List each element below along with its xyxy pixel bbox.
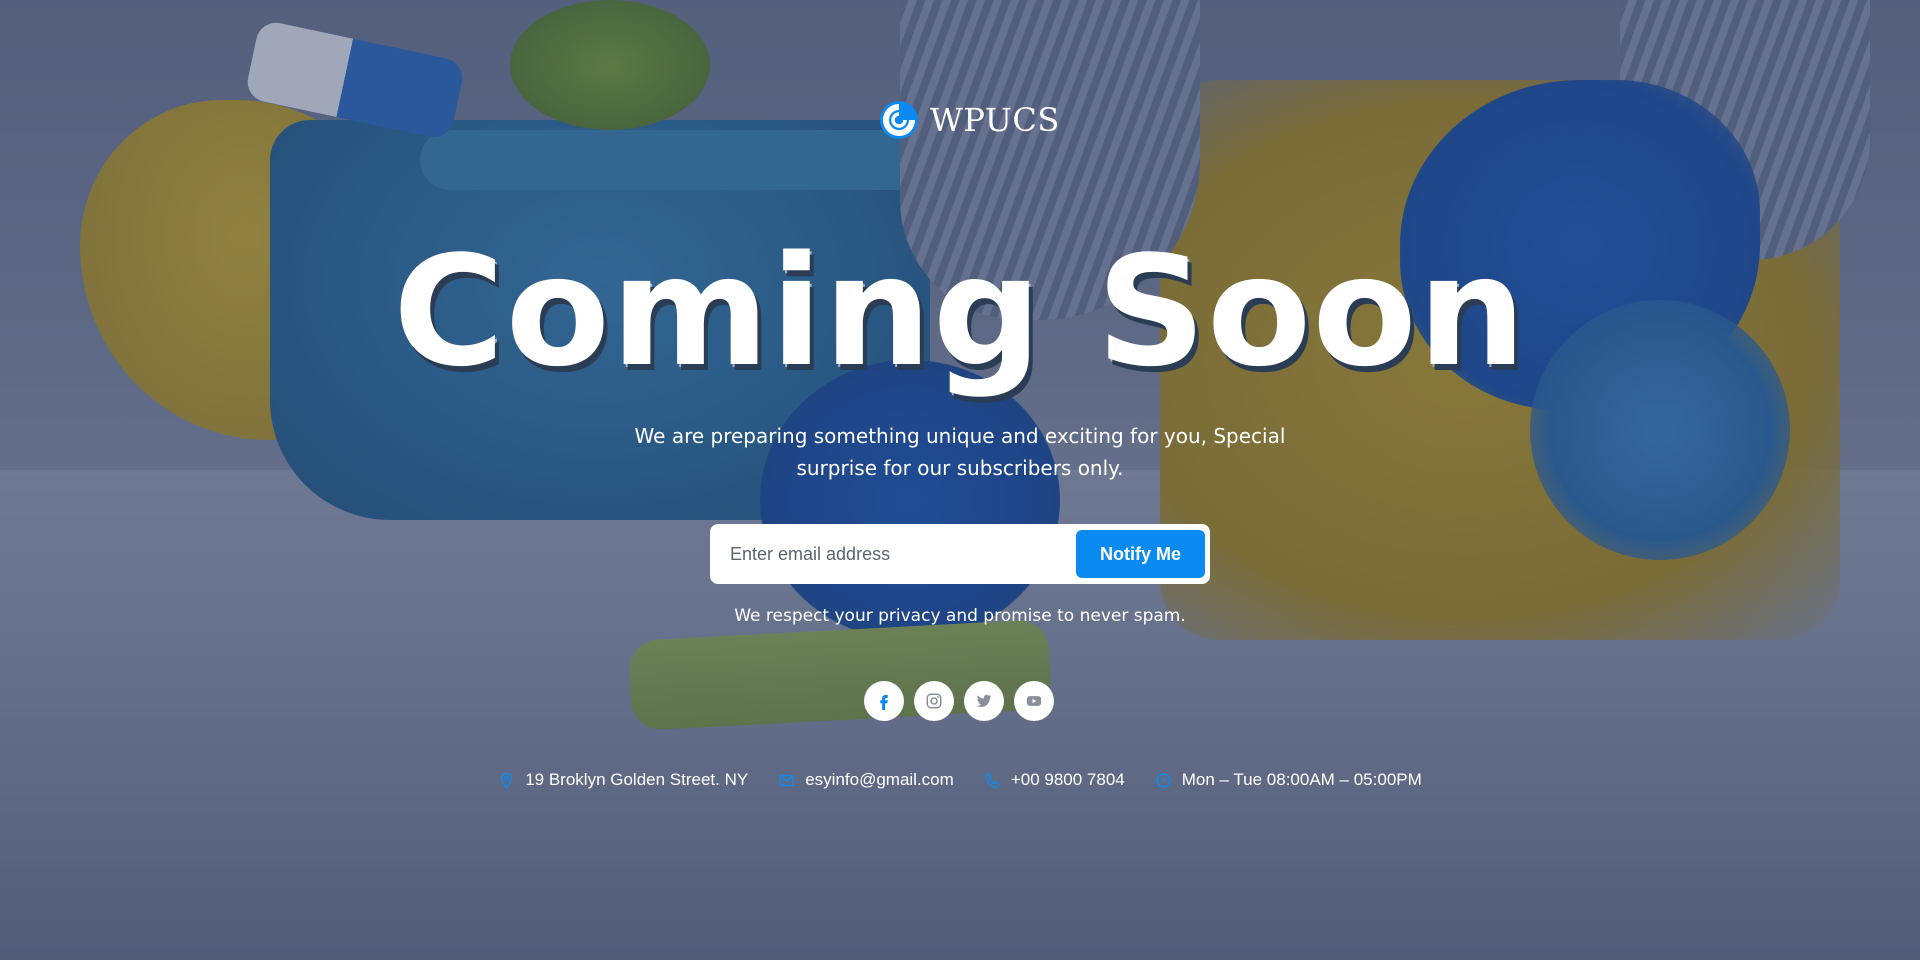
page-title: Coming Soon [393, 223, 1527, 400]
contact-hours: Mon – Tue 08:00AM – 05:00PM [1155, 766, 1422, 794]
logo-icon [880, 101, 918, 139]
hours-text: Mon – Tue 08:00AM – 05:00PM [1181, 770, 1422, 789]
contact-email[interactable]: esyinfo@gmail.com [778, 766, 954, 794]
instagram-link[interactable] [914, 681, 954, 721]
subtitle: We are preparing something unique and ex… [634, 424, 1286, 480]
facebook-icon [880, 695, 888, 710]
coming-soon-page: WPUCS Coming Soon We are preparing somet… [0, 0, 1920, 960]
location-pin-icon [501, 772, 513, 789]
email-text: esyinfo@gmail.com [805, 770, 954, 789]
logo[interactable]: WPUCS [878, 96, 1060, 144]
twitter-link[interactable] [964, 681, 1004, 721]
clock-icon [1156, 772, 1171, 788]
contact-info: 19 Broklyn Golden Street. NY esyinfo@gma… [0, 766, 1920, 794]
email-input[interactable] [710, 524, 1070, 584]
subscribe-form: Notify Me [710, 524, 1210, 584]
youtube-icon [1026, 696, 1042, 706]
phone-text: +00 9800 7804 [1010, 770, 1125, 789]
notify-me-button[interactable]: Notify Me [1076, 530, 1205, 578]
contact-address: 19 Broklyn Golden Street. NY [498, 766, 748, 794]
privacy-note: We respect your privacy and promise to n… [734, 606, 1186, 626]
social-links [864, 681, 1054, 721]
phone-icon [985, 772, 1000, 788]
logo-text: WPUCS [930, 101, 1060, 139]
instagram-icon [926, 693, 942, 709]
contact-phone[interactable]: +00 9800 7804 [984, 766, 1125, 794]
address-text: 19 Broklyn Golden Street. NY [525, 770, 749, 789]
mail-icon [779, 774, 794, 786]
youtube-link[interactable] [1014, 681, 1054, 721]
facebook-link[interactable] [864, 681, 904, 721]
twitter-icon [976, 694, 992, 708]
